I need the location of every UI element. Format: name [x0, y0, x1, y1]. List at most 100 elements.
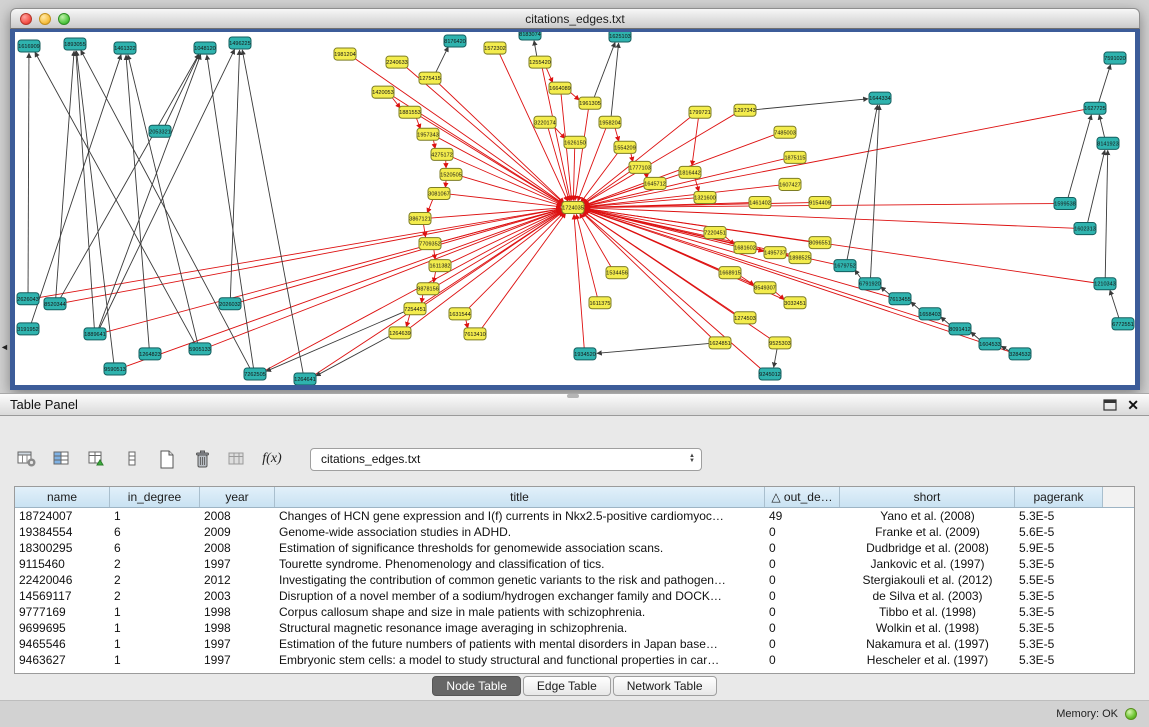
graph-edge[interactable]: [870, 105, 879, 279]
graph-node[interactable]: 1461322: [114, 42, 136, 54]
graph-node[interactable]: 1724035: [562, 201, 584, 213]
graph-node[interactable]: 1520505: [440, 168, 462, 180]
graph-node[interactable]: 1616909: [18, 40, 40, 52]
graph-node[interactable]: 1664089: [549, 82, 571, 94]
cell-year[interactable]: 1997: [200, 652, 275, 668]
graph-edge[interactable]: [104, 209, 562, 332]
graph-node[interactable]: 1679752: [834, 260, 856, 272]
table-row[interactable]: 1938455462009Genome-wide association stu…: [15, 524, 1134, 540]
graph-node[interactable]: 1496225: [229, 37, 251, 49]
graph-edge[interactable]: [437, 81, 564, 202]
tab-network-table[interactable]: Network Table: [613, 676, 717, 696]
graph-edge[interactable]: [1068, 115, 1092, 199]
cell-short[interactable]: Stergiakouli et al. (2012): [840, 572, 1015, 588]
graph-node[interactable]: 6791920: [859, 278, 881, 290]
graph-node[interactable]: 2026032: [219, 298, 241, 310]
graph-node[interactable]: 1893055: [64, 38, 86, 50]
network-canvas[interactable]: 1724035198120422406331275415142005318815…: [10, 29, 1140, 390]
graph-edge[interactable]: [128, 55, 198, 344]
graph-node[interactable]: 8549307: [754, 282, 776, 294]
cell-year[interactable]: 1998: [200, 604, 275, 620]
cell-title[interactable]: Disruption of a novel member of a sodium…: [275, 588, 765, 604]
collapse-left-panel-arrow[interactable]: ◄: [0, 342, 9, 352]
graph-node[interactable]: 1889641: [84, 328, 106, 340]
graph-node[interactable]: 7613410: [464, 328, 486, 340]
cell-out_degree[interactable]: 49: [765, 508, 840, 524]
cell-pagerank[interactable]: 5.3E-5: [1015, 588, 1103, 604]
graph-node[interactable]: 1957343: [417, 128, 439, 140]
graph-edge[interactable]: [534, 41, 537, 58]
graph-edge[interactable]: [499, 53, 568, 202]
graph-node[interactable]: 7591020: [1104, 52, 1126, 64]
cell-year[interactable]: 1997: [200, 556, 275, 572]
graph-node[interactable]: 8183074: [519, 32, 541, 40]
graph-edge[interactable]: [1099, 115, 1105, 139]
graph-edge[interactable]: [467, 212, 565, 310]
cell-short[interactable]: Jankovic et al. (1997): [840, 556, 1015, 572]
graph-node[interactable]: 1611375: [589, 297, 611, 309]
cell-short[interactable]: Wolkin et al. (1998): [840, 620, 1015, 636]
graph-edge[interactable]: [81, 50, 251, 369]
close-window-button[interactable]: [20, 13, 32, 25]
graph-node[interactable]: 1495737: [764, 247, 786, 259]
minimize-window-button[interactable]: [39, 13, 51, 25]
graph-node[interactable]: 1602313: [1074, 223, 1096, 235]
cell-in_degree[interactable]: 2: [110, 588, 200, 604]
graph-edge[interactable]: [597, 343, 711, 353]
graph-edge[interactable]: [28, 53, 29, 294]
graph-edge[interactable]: [611, 43, 619, 117]
column-header-pagerank[interactable]: pagerank: [1015, 487, 1103, 507]
row-options-button[interactable]: [119, 446, 145, 472]
cell-year[interactable]: 2012: [200, 572, 275, 588]
cell-year[interactable]: 1998: [200, 620, 275, 636]
graph-node[interactable]: 8141923: [1097, 137, 1119, 149]
cell-out_degree[interactable]: 0: [765, 604, 840, 620]
graph-node[interactable]: 1275415: [419, 72, 441, 84]
cell-name[interactable]: 19384554: [15, 524, 110, 540]
function-builder-button[interactable]: f(x): [259, 446, 285, 472]
cell-in_degree[interactable]: 1: [110, 604, 200, 620]
cell-short[interactable]: Franke et al. (2009): [840, 524, 1015, 540]
cell-pagerank[interactable]: 5.3E-5: [1015, 652, 1103, 668]
graph-edge[interactable]: [573, 147, 574, 200]
graph-node[interactable]: 1958204: [599, 116, 621, 128]
graph-node[interactable]: 9245012: [759, 368, 781, 380]
graph-edge[interactable]: [594, 42, 615, 98]
zoom-window-button[interactable]: [58, 13, 70, 25]
graph-node[interactable]: 1898525: [789, 252, 811, 264]
graph-edge[interactable]: [582, 212, 714, 339]
table-row[interactable]: 1872400712008Changes of HCN gene express…: [15, 508, 1134, 524]
graph-node[interactable]: 3191952: [17, 323, 39, 335]
graph-node[interactable]: 1048120: [194, 42, 216, 54]
graph-node[interactable]: 8096551: [809, 237, 831, 249]
cell-out_degree[interactable]: 0: [765, 620, 840, 636]
network-window-titlebar[interactable]: citations_edges.txt: [10, 8, 1140, 29]
cell-pagerank[interactable]: 5.3E-5: [1015, 508, 1103, 524]
cell-title[interactable]: Structural magnetic resonance image aver…: [275, 620, 765, 636]
graph-node[interactable]: 1264639: [389, 327, 411, 339]
cell-name[interactable]: 9699695: [15, 620, 110, 636]
graph-edge[interactable]: [580, 213, 612, 268]
graph-node[interactable]: 1572302: [484, 42, 506, 54]
graph-edge[interactable]: [435, 47, 448, 74]
cell-short[interactable]: Yano et al. (2008): [840, 508, 1015, 524]
cell-out_degree[interactable]: 0: [765, 588, 840, 604]
graph-node[interactable]: 6772551: [1112, 318, 1134, 330]
graph-node[interactable]: 3032451: [784, 297, 806, 309]
select-columns-button[interactable]: [49, 446, 75, 472]
network-graph[interactable]: 1724035198120422406331275415142005318815…: [15, 32, 1135, 385]
cell-pagerank[interactable]: 5.3E-5: [1015, 604, 1103, 620]
tab-edge-table[interactable]: Edge Table: [523, 676, 611, 696]
graph-node[interactable]: 8520344: [44, 298, 66, 310]
graph-node[interactable]: 7262505: [244, 368, 266, 380]
graph-edge[interactable]: [242, 50, 303, 374]
cell-name[interactable]: 9115460: [15, 556, 110, 572]
graph-node[interactable]: 1645712: [644, 177, 666, 189]
float-panel-icon[interactable]: [1103, 399, 1117, 411]
cell-short[interactable]: Nakamura et al. (1997): [840, 636, 1015, 652]
cell-name[interactable]: 14569117: [15, 588, 110, 604]
cell-title[interactable]: Tourette syndrome. Phenomenology and cla…: [275, 556, 765, 572]
graph-node[interactable]: 1210343: [1094, 278, 1116, 290]
graph-node[interactable]: 1264641: [294, 373, 316, 385]
graph-node[interactable]: 7709352: [419, 238, 441, 250]
